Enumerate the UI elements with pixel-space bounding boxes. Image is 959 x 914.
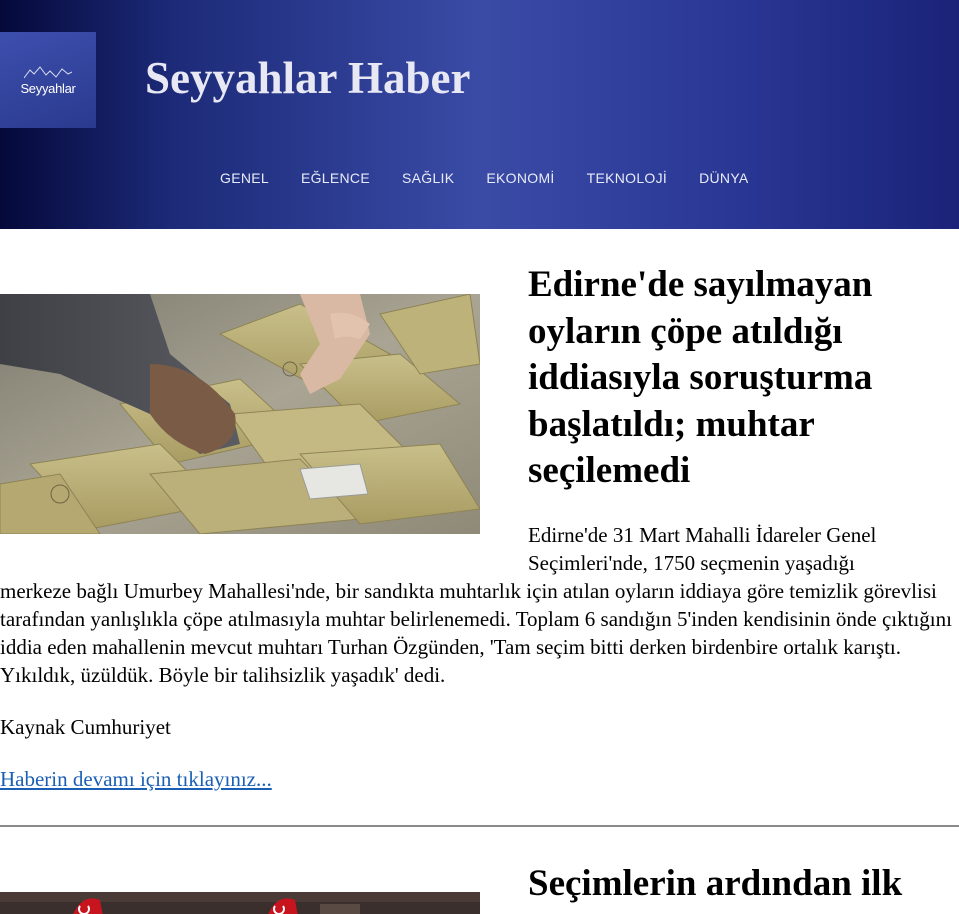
article-image[interactable] [0,294,480,534]
article-source: Kaynak Cumhuriyet [0,715,171,739]
main-nav: GENEL EĞLENCE SAĞLIK EKONOMİ TEKNOLOJİ D… [204,166,765,190]
nav-item-eglence[interactable]: EĞLENCE [285,170,386,186]
article-body-line: Seçimleri'nde, 1750 seçmenin yaşadığı [528,551,855,575]
nav-item-saglik[interactable]: SAĞLIK [386,170,470,186]
ballot-envelopes-photo [0,294,480,534]
article-body-text: merkeze bağlı Umurbey Mahallesi'nde, bir… [0,579,952,687]
article-image[interactable] [0,892,480,914]
article-body: Edirne'de 31 Mart Mahalli İdareler Genel… [0,521,959,689]
nav-item-ekonomi[interactable]: EKONOMİ [470,170,570,186]
article-title[interactable]: Edirne'de sayılmayan oyların çöpe atıldı… [528,262,948,495]
nav-item-dunya[interactable]: DÜNYA [683,170,764,186]
mountains-icon [24,65,72,78]
site-title[interactable]: Seyyahlar Haber [145,50,470,106]
nav-item-genel[interactable]: GENEL [204,170,285,186]
logo-text: Seyyahlar [20,80,76,96]
site-header: Seyyahlar Seyyahlar Haber GENEL EĞLENCE … [0,0,959,229]
read-more-link[interactable]: Haberin devamı için tıklayınız... [0,765,272,793]
site-logo[interactable]: Seyyahlar [0,32,96,128]
article-title[interactable]: Seçimlerin ardından ilk [528,861,948,908]
article-divider [0,825,959,827]
nav-item-teknoloji[interactable]: TEKNOLOJİ [571,170,684,186]
article-body-line: Edirne'de 31 Mart Mahalli İdareler Genel [528,523,877,547]
flags-photo [0,892,480,914]
